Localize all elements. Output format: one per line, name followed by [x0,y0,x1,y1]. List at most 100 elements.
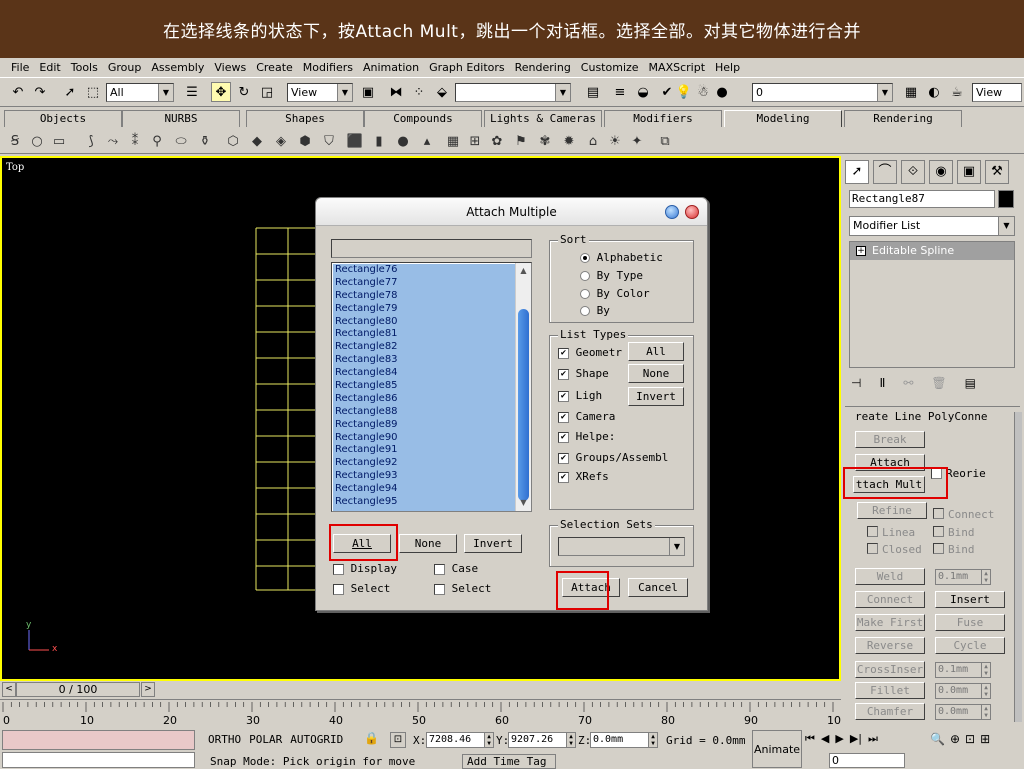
spinner-icon[interactable]: ▲ ▼ [484,733,493,747]
menu-item-group[interactable]: Group [103,61,147,74]
tab-compounds[interactable]: Compounds [364,110,482,127]
list-item[interactable]: Rectangle78 [333,290,515,303]
render-teapot-icon[interactable]: ☕ [947,82,967,102]
collapse-icon[interactable]: ⧉ [656,132,674,150]
display-tab-icon[interactable]: ▣ [957,160,981,184]
segment-icon[interactable]: ⚲ [148,132,166,150]
bind-first-checkbox[interactable] [933,526,944,537]
menu-item-edit[interactable]: Edit [34,61,65,74]
cycle-button[interactable]: Cycle [935,637,1005,654]
object-list[interactable]: Rectangle76 Rectangle77 Rectangle78 Rectang… [331,262,532,512]
next-key-icon[interactable]: ▶| [850,732,862,746]
sort-by-size[interactable]: By [580,304,610,317]
show-end-icon[interactable]: Ⅱ [879,376,885,390]
light-bulb-icon[interactable]: 💡 [674,82,694,102]
time-slider[interactable]: < 0 / 100 > [0,681,841,699]
type-shape[interactable]: ✔ Shape [558,367,609,380]
list-item[interactable]: Rectangle81 [333,328,515,341]
scroll-down-icon[interactable]: ▼ [517,496,530,510]
poly-element-icon[interactable]: ⬢ [296,132,314,150]
hierarchy-tab-icon[interactable]: ⟐ [901,160,925,184]
sphere-icon[interactable]: ● [394,132,412,150]
freeze-icon[interactable]: ☃ [693,82,713,102]
connect-checkbox[interactable] [933,508,944,519]
menu-item-graph-editors[interactable]: Graph Editors [424,61,510,74]
shield-icon[interactable]: ⛉ [320,132,338,150]
rotate-icon[interactable]: ↻ [234,82,254,102]
scale-icon[interactable]: ◲ [257,82,277,102]
connect-button[interactable]: Connect [855,591,925,608]
select-subtree[interactable]: Select [333,582,390,595]
named-selection-combo[interactable]: ▼ [455,83,571,102]
expand-plus-icon[interactable]: + [856,246,866,256]
menu-item-file[interactable]: File [6,61,34,74]
select-by-name-icon[interactable]: ☰ [182,82,202,102]
sort-by-color[interactable]: By Color [580,287,650,300]
cone-icon[interactable]: ▴ [418,132,436,150]
type-groups[interactable]: ✔ Groups/Assembl [558,451,691,464]
filter-input[interactable] [331,239,532,258]
insert-button[interactable]: Insert [935,591,1005,608]
edit-poly-icon[interactable]: ◈ [272,132,290,150]
close-icon[interactable] [685,205,699,219]
x-coord-field[interactable]: 7208.46 ▲ ▼ [426,732,494,748]
layer-combo[interactable]: 0 ▼ [752,83,893,102]
types-invert-button[interactable]: Invert [628,387,684,406]
chamfer-button[interactable]: Chamfer [855,703,925,720]
cylinder-icon[interactable]: ▮ [370,132,388,150]
zoom-icon[interactable]: 🔍 [930,732,945,746]
sort-alphabetic[interactable]: Alphabetic [580,251,663,264]
menu-item-animation[interactable]: Animation [358,61,424,74]
transform-mode-icon[interactable]: ⊡ [390,732,406,748]
maxscript-mini[interactable] [2,752,195,768]
tab-modifiers[interactable]: Modifiers [604,110,722,127]
spinner-icon[interactable]: ▲ ▼ [981,684,990,698]
animate-button[interactable]: Animate [752,730,802,768]
select-invert-button[interactable]: Invert [464,534,522,553]
list-item[interactable]: Rectangle88 [333,406,515,419]
mirror-icon[interactable]: ⧓ [386,82,406,102]
polar-toggle[interactable]: POLAR [249,733,282,746]
configure-icon[interactable]: ▤ [965,376,976,390]
list-item[interactable]: Rectangle80 [333,316,515,329]
ffd-icon[interactable]: ▦ [444,132,462,150]
object-name-field[interactable]: Rectangle87 [849,190,995,208]
stack-item[interactable]: Editable Spline [850,242,1014,260]
weld-threshold[interactable]: 0.1mm ▲ ▼ [935,569,991,585]
extrude-icon[interactable]: ⬭ [172,132,190,150]
maxscript-listener[interactable] [2,730,195,750]
type-helpers[interactable]: ✔ Helpe: [558,430,615,443]
layer-props-icon[interactable]: ◒ [633,82,653,102]
region-select-icon[interactable]: ⬚ [83,82,103,102]
tab-modeling[interactable]: Modeling [724,110,842,127]
scroll-thumb[interactable] [518,309,529,501]
types-all-button[interactable]: All [628,342,684,361]
fillet-amount[interactable]: 0.0mm ▲ ▼ [935,683,991,699]
select-dependents[interactable]: Select [434,582,491,595]
next-frame-icon[interactable]: > [141,682,155,697]
layer-manager-icon[interactable]: ▤ [583,82,603,102]
spinner-icon[interactable]: ▲ ▼ [981,570,990,584]
spline-icon[interactable]: Ꞩ [6,132,24,150]
modify-tab-icon[interactable]: ⌒ [873,160,897,184]
menu-item-assembly[interactable]: Assembly [146,61,209,74]
render-color-icon[interactable]: ● [712,82,732,102]
menu-item-create[interactable]: Create [251,61,298,74]
array-icon[interactable]: ⁘ [409,82,429,102]
z-coord-field[interactable]: 0.0mm ▲ ▼ [590,732,658,748]
zoom-extents-icon[interactable]: ⊡ [965,732,975,746]
lathe-icon[interactable]: ⚱ [196,132,214,150]
list-item[interactable]: Rectangle77 [333,277,515,290]
utilities-tab-icon[interactable]: ⚒ [985,160,1009,184]
uvw-icon[interactable]: ✦ [628,132,646,150]
help-icon[interactable] [665,205,679,219]
undo-icon[interactable]: ↶ [8,82,28,102]
linear-checkbox[interactable] [867,526,878,537]
types-none-button[interactable]: None [628,364,684,383]
select-arrow-icon[interactable]: ➚ [60,82,80,102]
pin-stack-icon[interactable]: ⊣ [851,376,861,390]
list-item[interactable]: Rectangle86 [333,393,515,406]
autogrid-toggle[interactable]: AUTOGRID [290,733,343,746]
wave-icon[interactable]: ☀ [606,132,624,150]
scroll-up-icon[interactable]: ▲ [517,264,530,278]
